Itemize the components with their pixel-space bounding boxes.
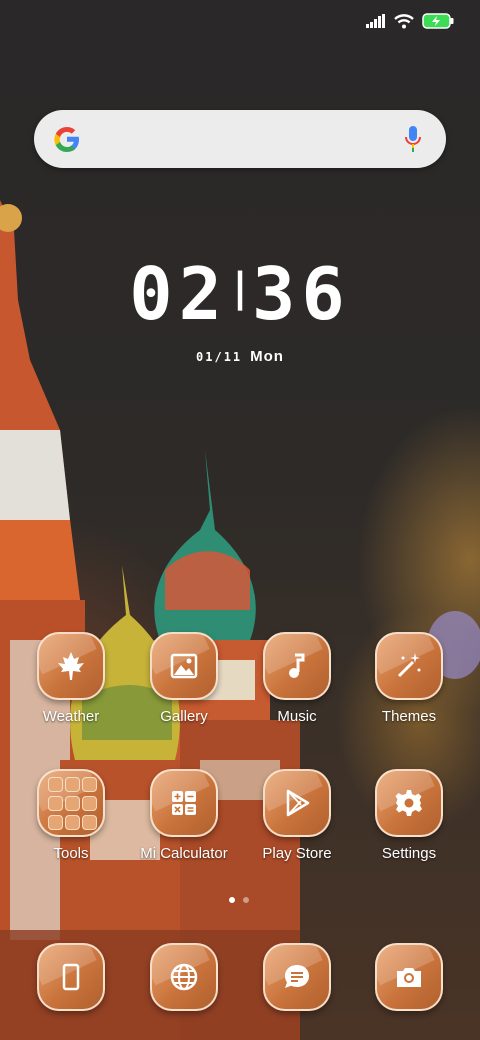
- weekday-text: Mon: [250, 348, 284, 365]
- clock-minutes: 36: [252, 252, 351, 336]
- dock-phone[interactable]: [21, 943, 121, 1011]
- image-icon: [170, 653, 198, 679]
- signal-icon: [366, 14, 385, 28]
- app-play-store[interactable]: Play Store: [247, 769, 347, 862]
- calculator-icon: [172, 791, 196, 815]
- app-label: Weather: [42, 708, 100, 725]
- magic-wand-icon: [397, 653, 421, 678]
- play-store-icon: [286, 789, 310, 817]
- app-label: Settings: [381, 845, 437, 862]
- camera-icon: [397, 968, 421, 987]
- dock-camera[interactable]: [359, 943, 459, 1011]
- folder-icon: [47, 776, 97, 830]
- app-label: Music: [277, 708, 317, 725]
- app-music[interactable]: Music: [247, 632, 347, 725]
- google-search-bar[interactable]: [34, 110, 446, 168]
- page-indicator: [243, 897, 249, 903]
- gear-icon: [395, 790, 422, 816]
- dock-messages[interactable]: [247, 943, 347, 1011]
- maple-leaf-icon: [58, 652, 84, 680]
- clock-hours: 02: [129, 252, 228, 336]
- page-indicator-active: [229, 897, 235, 903]
- music-note-icon: [289, 653, 305, 678]
- voice-search-mic-icon[interactable]: [404, 124, 422, 154]
- app-label: Gallery: [160, 708, 208, 725]
- app-settings[interactable]: Settings: [359, 769, 459, 862]
- clock-date: 01/11 Mon: [0, 348, 480, 365]
- date-text: 01/11: [196, 350, 243, 364]
- app-label: Mi Calculator: [140, 845, 228, 862]
- app-gallery[interactable]: Gallery: [134, 632, 234, 725]
- folder-tools[interactable]: Tools: [21, 769, 121, 862]
- messages-icon: [285, 965, 309, 988]
- battery-charging-icon: [422, 13, 454, 29]
- app-label: Tools: [53, 845, 89, 862]
- clock-widget[interactable]: 02|36 01/11 Mon: [0, 250, 480, 365]
- phone-icon: [62, 963, 80, 991]
- dock-browser[interactable]: [134, 943, 234, 1011]
- app-weather[interactable]: Weather: [21, 632, 121, 725]
- app-label: Themes: [381, 708, 437, 725]
- app-mi-calculator[interactable]: Mi Calculator: [134, 769, 234, 862]
- status-bar: [366, 10, 454, 32]
- app-themes[interactable]: Themes: [359, 632, 459, 725]
- clock-time: 02|36: [129, 252, 351, 336]
- browser-globe-icon: [170, 963, 198, 991]
- google-logo-icon: [54, 127, 79, 152]
- wifi-icon: [394, 14, 414, 29]
- app-label: Play Store: [262, 845, 332, 862]
